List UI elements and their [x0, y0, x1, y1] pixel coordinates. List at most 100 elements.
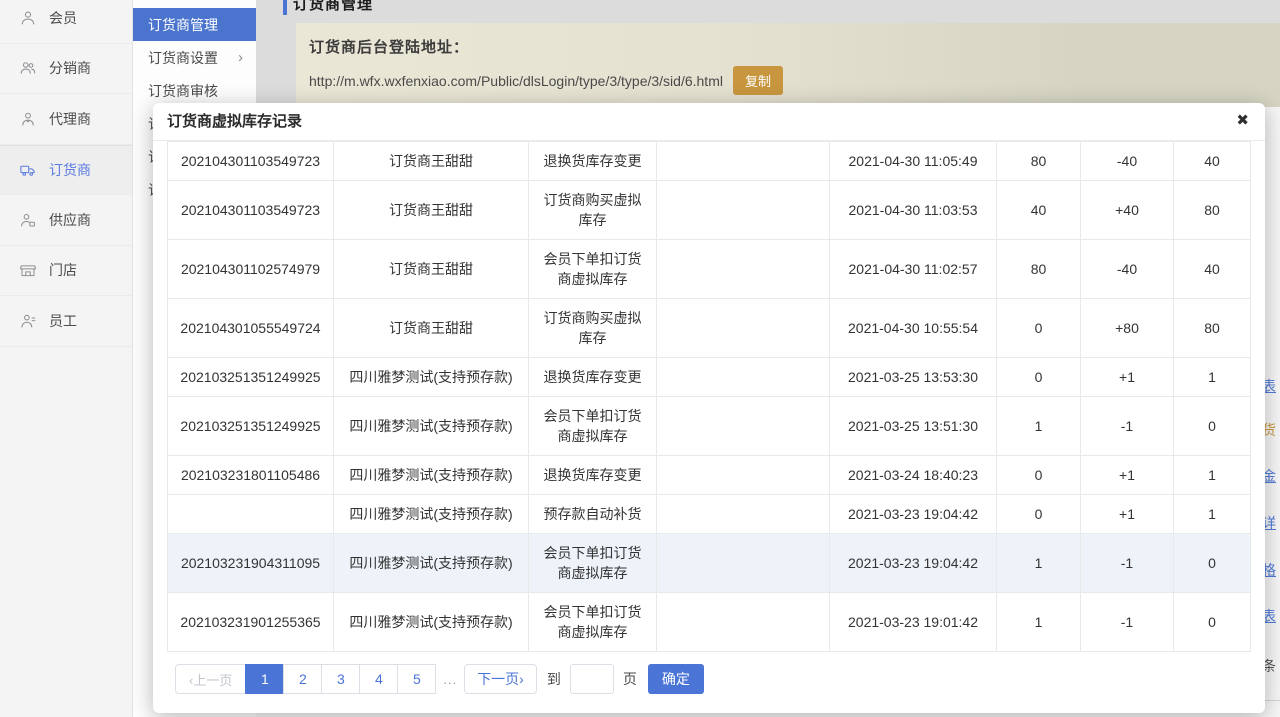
- cell-name: 四川雅梦测试(支持预存款): [334, 593, 529, 652]
- cell-time: 2021-03-25 13:53:30: [830, 358, 997, 397]
- cell-name: 订货商王甜甜: [334, 181, 529, 240]
- cell-time: 2021-04-30 11:02:57: [830, 240, 997, 299]
- cell-remark: [657, 534, 830, 593]
- page-title: 订货商管理: [293, 0, 373, 14]
- cell-time: 2021-03-25 13:51:30: [830, 397, 997, 456]
- cell-before: 0: [997, 299, 1081, 358]
- sidebar-item-供应商[interactable]: 供应商: [0, 195, 132, 246]
- cell-name: 四川雅梦测试(支持预存款): [334, 495, 529, 534]
- page-number-4[interactable]: 4: [359, 664, 398, 694]
- cell-after: 1: [1174, 358, 1251, 397]
- close-icon[interactable]: ✖: [1236, 103, 1249, 139]
- login-address-box: 订货商后台登陆地址： http://m.wfx.wxfenxiao.com/Pu…: [296, 23, 1280, 107]
- cell-name: 订货商王甜甜: [334, 142, 529, 181]
- copy-button[interactable]: 复制: [733, 66, 783, 95]
- sidebar-item-会员[interactable]: 会员: [0, 0, 132, 44]
- cell-before: 1: [997, 593, 1081, 652]
- cell-type: 会员下单扣订货商虚拟库存: [529, 240, 657, 299]
- member-icon: [19, 9, 37, 27]
- cell-before: 0: [997, 495, 1081, 534]
- goto-page-input[interactable]: [570, 664, 614, 694]
- submenu-item-label: 订货商审核: [148, 81, 218, 101]
- cell-before: 0: [997, 456, 1081, 495]
- pagination-ellipsis: ...: [436, 672, 464, 687]
- sidebar-item-label: 代理商: [49, 109, 91, 129]
- cell-after: 0: [1174, 534, 1251, 593]
- sidebar: 会员分销商代理商订货商供应商门店员工: [0, 0, 133, 717]
- cell-name: 四川雅梦测试(支持预存款): [334, 534, 529, 593]
- submenu-item-订货商管理[interactable]: 订货商管理: [133, 8, 256, 41]
- cell-order_no: 202104301103549723: [168, 142, 334, 181]
- cell-time: 2021-03-24 18:40:23: [830, 456, 997, 495]
- sidebar-item-label: 会员: [49, 8, 77, 28]
- page-number-2[interactable]: 2: [283, 664, 322, 694]
- cell-change: +1: [1081, 358, 1174, 397]
- cell-order_no: 202104301055549724: [168, 299, 334, 358]
- cell-before: 40: [997, 181, 1081, 240]
- sidebar-item-label: 门店: [49, 260, 77, 280]
- cell-time: 2021-03-23 19:04:42: [830, 495, 997, 534]
- page-number-3[interactable]: 3: [321, 664, 360, 694]
- prev-page-button[interactable]: ‹上一页: [175, 664, 246, 694]
- cell-change: -40: [1081, 240, 1174, 299]
- cell-change: -40: [1081, 142, 1174, 181]
- stock-record-table: 202104301103549723订货商王甜甜退换货库存变更 2021-04-3…: [167, 141, 1251, 652]
- sidebar-item-分销商[interactable]: 分销商: [0, 44, 132, 95]
- cell-remark: [657, 495, 830, 534]
- modal-header: 订货商虚拟库存记录 ✖: [153, 103, 1265, 141]
- cell-change: +1: [1081, 456, 1174, 495]
- cell-after: 80: [1174, 299, 1251, 358]
- login-address-url: http://m.wfx.wxfenxiao.com/Public/dlsLog…: [309, 73, 723, 89]
- cell-remark: [657, 299, 830, 358]
- page-unit-label: 页: [623, 669, 637, 689]
- cell-after: 40: [1174, 240, 1251, 299]
- table-row: 202103251351249925四川雅梦测试(支持预存款)会员下单扣订货商虚…: [168, 397, 1251, 456]
- cell-change: +1: [1081, 495, 1174, 534]
- cell-time: 2021-04-30 10:55:54: [830, 299, 997, 358]
- orderer-truck-icon: [19, 161, 37, 179]
- cell-type: 订货商购买虚拟库存: [529, 299, 657, 358]
- cell-change: -1: [1081, 397, 1174, 456]
- table-row: 四川雅梦测试(支持预存款)预存款自动补货2021-03-23 19:04:420…: [168, 495, 1251, 534]
- table-row: 202103231901255365四川雅梦测试(支持预存款)会员下单扣订货商虚…: [168, 593, 1251, 652]
- confirm-button[interactable]: 确定: [648, 664, 704, 694]
- cell-remark: [657, 397, 830, 456]
- cell-change: -1: [1081, 593, 1174, 652]
- table-row: 202103231801105486四川雅梦测试(支持预存款)退换货库存变更20…: [168, 456, 1251, 495]
- page-number-5[interactable]: 5: [397, 664, 436, 694]
- cell-remark: [657, 181, 830, 240]
- cell-before: 1: [997, 534, 1081, 593]
- page-number-1[interactable]: 1: [245, 664, 284, 694]
- cell-remark: [657, 358, 830, 397]
- cell-after: 0: [1174, 397, 1251, 456]
- cell-change: -1: [1081, 534, 1174, 593]
- cell-type: 会员下单扣订货商虚拟库存: [529, 593, 657, 652]
- submenu-item-订货商设置[interactable]: 订货商设置›: [133, 41, 256, 74]
- table-row: 202104301103549723订货商王甜甜退换货库存变更2021-04-3…: [168, 142, 1251, 181]
- agent-icon: [19, 110, 37, 128]
- table-row: 202104301103549723订货商王甜甜订货商购买虚拟库存2021-04…: [168, 181, 1251, 240]
- sidebar-item-label: 订货商: [49, 160, 91, 180]
- sidebar-item-员工[interactable]: 员工: [0, 296, 132, 347]
- sidebar-item-代理商[interactable]: 代理商: [0, 94, 132, 145]
- cell-type: 会员下单扣订货商虚拟库存: [529, 397, 657, 456]
- next-page-button[interactable]: 下一页›: [464, 664, 537, 694]
- sidebar-item-label: 供应商: [49, 210, 91, 230]
- cell-type: 退换货库存变更: [529, 456, 657, 495]
- table-row: 202103251351249925四川雅梦测试(支持预存款)退换货库存变更20…: [168, 358, 1251, 397]
- cell-remark: [657, 593, 830, 652]
- cell-order_no: [168, 495, 334, 534]
- cell-remark: [657, 456, 830, 495]
- sidebar-item-门店[interactable]: 门店: [0, 246, 132, 297]
- cell-before: 0: [997, 358, 1081, 397]
- cell-change: +80: [1081, 299, 1174, 358]
- cell-before: 80: [997, 142, 1081, 181]
- sidebar-item-订货商[interactable]: 订货商: [0, 145, 132, 196]
- cell-type: 会员下单扣订货商虚拟库存: [529, 534, 657, 593]
- cell-time: 2021-04-30 11:05:49: [830, 142, 997, 181]
- submenu-item-label: 订货商设置: [148, 48, 218, 68]
- cell-name: 四川雅梦测试(支持预存款): [334, 358, 529, 397]
- modal-title: 订货商虚拟库存记录: [167, 113, 302, 130]
- cell-time: 2021-03-23 19:04:42: [830, 534, 997, 593]
- goto-label: 到: [547, 669, 561, 689]
